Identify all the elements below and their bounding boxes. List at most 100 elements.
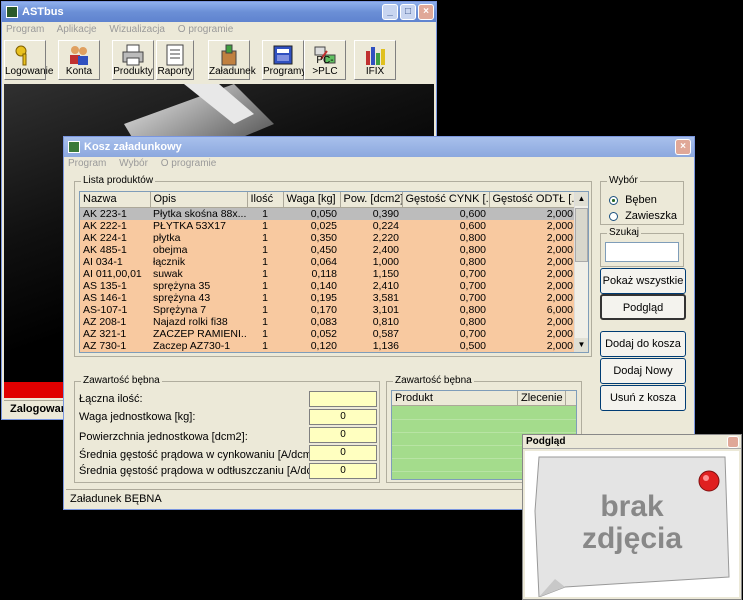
preview-titlebar[interactable]: Podgląd: [523, 435, 741, 449]
products-row[interactable]: AK 485-1 obejma 1 0,450 2,400 0,800 2,000: [80, 243, 576, 256]
toolbar-zaladunek-button[interactable]: Załadunek: [208, 40, 256, 80]
cell-gestosc-cynk: 0,500: [402, 339, 489, 352]
programs-icon: [273, 45, 293, 65]
main-title: ASTbus: [22, 6, 64, 18]
radio-beben[interactable]: Bęben: [609, 194, 657, 206]
maximize-button[interactable]: □: [400, 4, 416, 20]
preview-button[interactable]: Podgląd: [600, 294, 686, 320]
toolbar-ifix-button[interactable]: IFIX: [354, 40, 396, 80]
drum-col-zlecenie[interactable]: Zlecenie: [518, 391, 566, 405]
col-gestosc-cynk[interactable]: Gęstość CYNK [...: [402, 192, 490, 208]
main-titlebar[interactable]: ASTbus _ □ ×: [2, 2, 436, 22]
drum-label-zinc-density: Średnia gęstość prądowa w cynkowaniu [A/…: [79, 449, 325, 461]
no-image-placeholder: brak zdjęcia: [525, 451, 739, 597]
cell-pow: 1,000: [340, 255, 402, 268]
col-gestosc-odtl[interactable]: Gęstość ODTŁ [...: [489, 192, 577, 208]
cell-gestosc-odtl: 2,000: [489, 207, 576, 220]
products-scrollbar[interactable]: ▲ ▼: [574, 192, 588, 352]
products-list[interactable]: Nazwa Opis Ilość Waga [kg] Pow. [dcm2] G…: [79, 191, 589, 353]
ifix-icon: [366, 47, 385, 65]
cell-ilosc: 1: [247, 327, 283, 340]
scroll-thumb[interactable]: [575, 208, 588, 262]
dialog-menu-wybor[interactable]: Wybór: [119, 158, 148, 169]
cell-gestosc-odtl: 2,000: [489, 255, 576, 268]
menu-o-programie[interactable]: O programie: [178, 24, 234, 35]
col-nazwa[interactable]: Nazwa: [80, 192, 151, 208]
cell-pow: 0,810: [340, 315, 402, 328]
col-opis[interactable]: Opis: [150, 192, 248, 208]
cell-nazwa: AK 224-1: [80, 231, 150, 244]
cell-gestosc-odtl: 2,000: [489, 279, 576, 292]
drum-list-header: Produkt Zlecenie: [392, 391, 576, 406]
cell-opis: ZACZEP RAMIENI...: [150, 327, 247, 340]
menu-wizualizacja[interactable]: Wizualizacja: [109, 24, 165, 35]
cell-waga: 0,350: [283, 231, 340, 244]
dialog-close-button[interactable]: ×: [675, 139, 691, 155]
cell-ilosc: 1: [247, 339, 283, 352]
red-bar: [4, 382, 72, 398]
cell-waga: 0,083: [283, 315, 340, 328]
drum-value-total: [309, 391, 377, 407]
toolbar-label: Programy: [263, 66, 307, 77]
col-ilosc[interactable]: Ilość: [247, 192, 284, 208]
col-pow[interactable]: Pow. [dcm2]: [340, 192, 403, 208]
dialog-icon: [68, 141, 80, 153]
cell-ilosc: 1: [247, 267, 283, 280]
products-row[interactable]: AS-107-1 Sprężyna 7 1 0,170 3,101 0,800 6,000: [80, 303, 576, 316]
products-row[interactable]: AK 222-1 PŁYTKA 53X17 1 0,025 0,224 0,600 2,00…: [80, 219, 576, 232]
minimize-button[interactable]: _: [382, 4, 398, 20]
col-waga[interactable]: Waga [kg]: [283, 192, 341, 208]
cell-gestosc-cynk: 0,600: [402, 219, 489, 232]
dialog-menu-o-programie[interactable]: O programie: [161, 158, 217, 169]
products-row[interactable]: AZ 208-1 Najazd rolki fi38 1 0,083 0,810 0,80…: [80, 315, 576, 328]
dialog-menu-program[interactable]: Program: [68, 158, 106, 169]
add-to-basket-button[interactable]: Dodaj do kosza: [600, 331, 686, 357]
cell-nazwa: AK 222-1: [80, 219, 150, 232]
toolbar-raporty-button[interactable]: Raporty: [156, 40, 194, 80]
dialog-status-text: Załadunek BĘBNA: [70, 493, 162, 505]
products-row[interactable]: AZ 321-1 ZACZEP RAMIENI... 1 0,052 0,587 0,70…: [80, 327, 576, 340]
add-new-button[interactable]: Dodaj Nowy: [600, 358, 686, 384]
products-row[interactable]: AS 146-1 sprężyna 43 1 0,195 3,581 0,700 2,000: [80, 291, 576, 304]
toolbar-programy-button[interactable]: Programy: [262, 40, 307, 80]
products-row[interactable]: AI 011,00,01 suwak 1 0,118 1,150 0,700 2,000: [80, 267, 576, 280]
remove-from-basket-button[interactable]: Usuń z kosza: [600, 385, 686, 411]
drum-value-zinc-density: 0: [309, 445, 377, 461]
toolbar-pc-plc-button[interactable]: PC->PLC: [304, 40, 346, 80]
users-icon: [70, 46, 88, 65]
products-row[interactable]: AK 223-1 Płytka skośna 88x... 1 0,050 0,390 0…: [80, 207, 576, 220]
cell-opis: sprężyna 43: [150, 291, 247, 304]
menu-aplikacje[interactable]: Aplikacje: [57, 24, 97, 35]
search-group: Szukaj: [600, 227, 684, 267]
dialog-titlebar[interactable]: Kosz załadunkowy ×: [64, 137, 694, 157]
search-input[interactable]: [605, 242, 679, 262]
cell-nazwa: AS-107-1: [80, 303, 150, 316]
radio-zawieszka[interactable]: Zawieszka: [609, 210, 677, 222]
cell-gestosc-cynk: 0,800: [402, 255, 489, 268]
cell-opis: łącznik: [150, 255, 247, 268]
products-row[interactable]: AK 224-1 płytka 1 0,350 2,220 0,800 2,000: [80, 231, 576, 244]
report-icon: [166, 44, 184, 66]
cell-gestosc-odtl: 2,000: [489, 219, 576, 232]
scroll-up-arrow[interactable]: ▲: [575, 192, 588, 206]
toolbar-produkty-button[interactable]: Produkty: [112, 40, 154, 80]
close-button[interactable]: ×: [418, 4, 434, 20]
menu-program[interactable]: Program: [6, 24, 44, 35]
scroll-down-arrow[interactable]: ▼: [575, 338, 588, 352]
drum-col-produkt[interactable]: Produkt: [392, 391, 518, 405]
toolbar-logowanie-button[interactable]: Logowanie: [4, 40, 53, 80]
products-row[interactable]: AI 034-1 łącznik 1 0,064 1,000 0,800 2,000: [80, 255, 576, 268]
cell-pow: 0,390: [340, 207, 402, 220]
cell-nazwa: AI 034-1: [80, 255, 150, 268]
show-all-button[interactable]: Pokaż wszystkie: [600, 268, 686, 294]
cell-gestosc-odtl: 2,000: [489, 243, 576, 256]
preview-close-button[interactable]: [727, 436, 739, 448]
products-row[interactable]: AS 135-1 sprężyna 35 1 0,140 2,410 0,700 2,000: [80, 279, 576, 292]
cell-nazwa: AI 011,00,01: [80, 267, 150, 280]
preview-title: Podgląd: [526, 436, 566, 447]
cell-gestosc-odtl: 2,000: [489, 315, 576, 328]
cell-pow: 2,400: [340, 243, 402, 256]
products-row[interactable]: AZ 730-1 Zaczep AZ730-1 1 0,120 1,136 0,500 2,…: [80, 339, 576, 352]
cell-waga: 0,170: [283, 303, 340, 316]
toolbar-konta-button[interactable]: Konta: [58, 40, 100, 80]
